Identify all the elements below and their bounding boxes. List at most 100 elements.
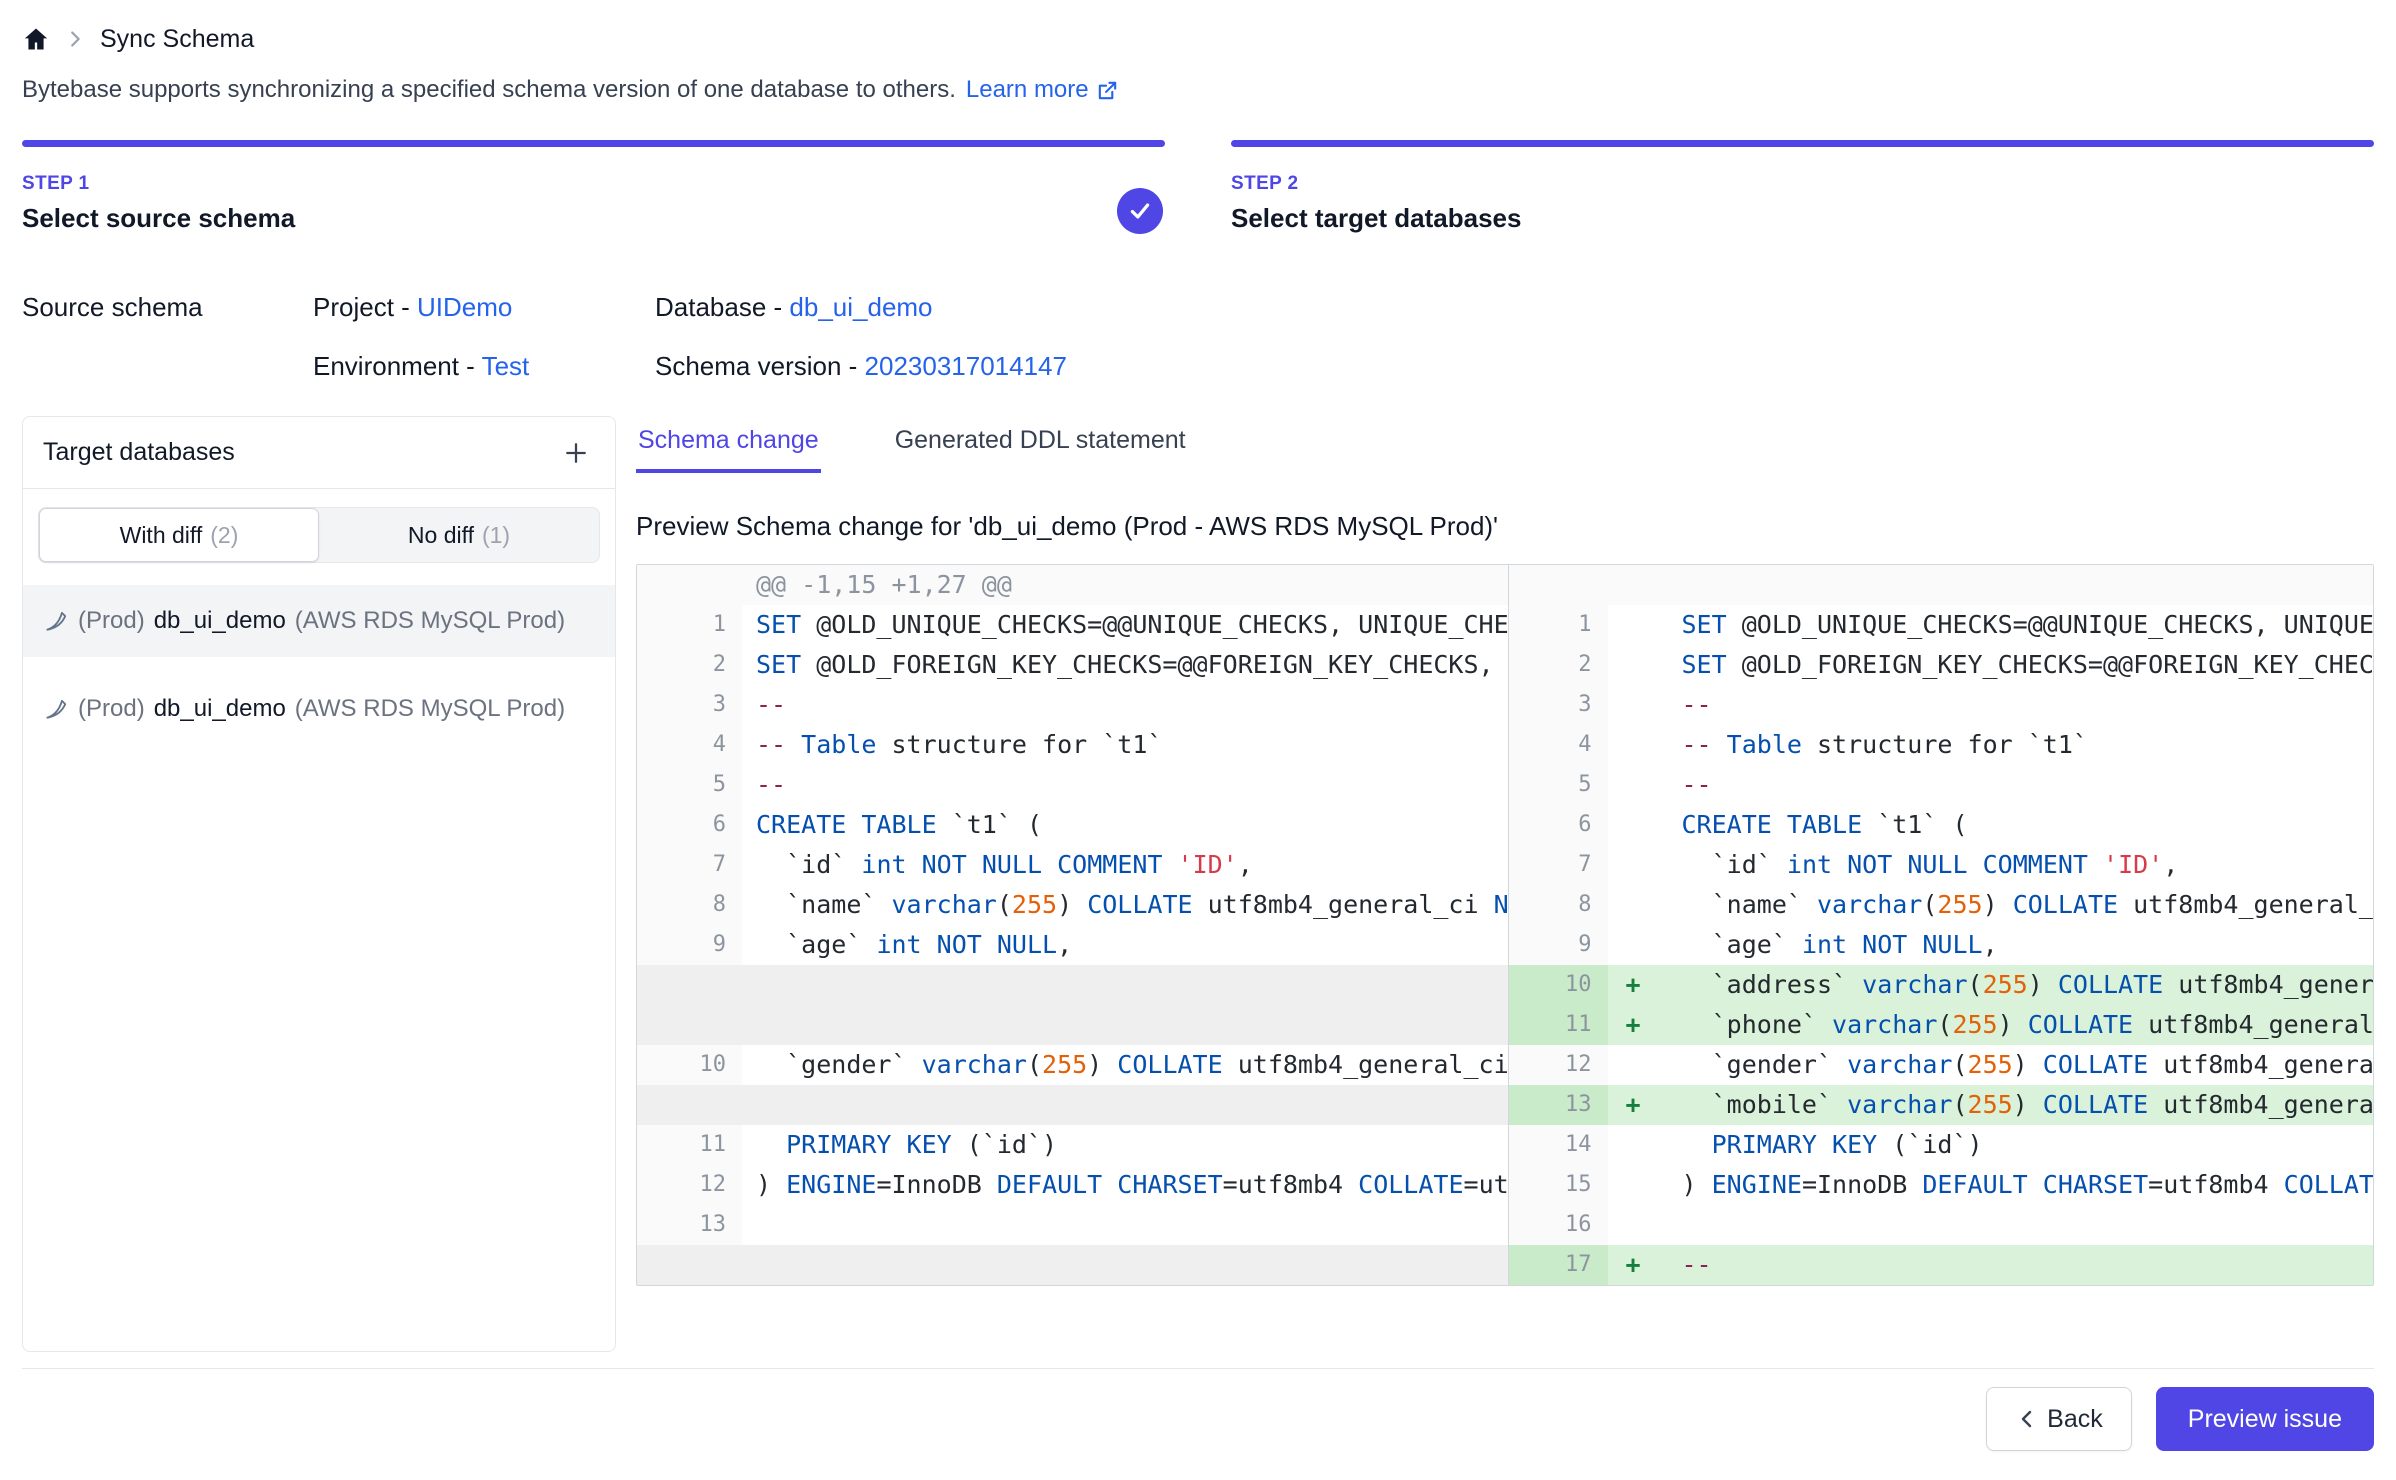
target-item-instance: (AWS RDS MySQL Prod) — [295, 607, 595, 635]
diff-line-number-left — [637, 965, 742, 1005]
diff-line-number-left: 6 — [637, 805, 742, 845]
schema-version-link[interactable]: 20230317014147 — [865, 351, 1067, 381]
external-link-icon — [1096, 79, 1119, 102]
diff-code-line-right: `name` varchar(255) COLLATE utf8mb4_gene… — [1608, 885, 2374, 925]
diff-code-line-right: -- — [1608, 765, 2374, 805]
diff-code-line — [1608, 565, 2374, 605]
tab-schema-change[interactable]: Schema change — [636, 426, 821, 473]
schema-preview-section: Schema change Generated DDL statement Pr… — [636, 416, 2374, 1352]
diff-code-line-left: `age` int NOT NULL, — [742, 925, 1508, 965]
diff-line-number-left — [637, 1005, 742, 1045]
database-link[interactable]: db_ui_demo — [789, 292, 932, 322]
add-target-database-button[interactable] — [557, 434, 595, 472]
tab-with-diff-count: (2) — [210, 522, 238, 549]
target-item-instance: (AWS RDS MySQL Prod) — [295, 695, 595, 723]
target-panel-header: Target databases — [23, 417, 615, 489]
footer-actions: Back Preview issue — [22, 1387, 2374, 1451]
learn-more-link[interactable]: Learn more — [966, 76, 1119, 104]
diff-line-number-right: 16 — [1508, 1205, 1608, 1245]
tab-no-diff-label: No diff — [408, 522, 474, 549]
diff-code-line-right: + `address` varchar(255) COLLATE utf8mb4… — [1608, 965, 2374, 1005]
tab-no-diff-count: (1) — [482, 522, 510, 549]
diff-code-line-right: `gender` varchar(255) COLLATE utf8mb4_ge… — [1608, 1045, 2374, 1085]
diff-code-line-left: `name` varchar(255) COLLATE utf8mb4_gene… — [742, 885, 1508, 925]
diff-gutter — [637, 565, 742, 605]
diff-code-line-left: -- — [742, 685, 1508, 725]
diff-line-number-right: 14 — [1508, 1125, 1608, 1165]
diff-line-number-right: 7 — [1508, 845, 1608, 885]
back-button[interactable]: Back — [1986, 1387, 2132, 1451]
page-description: Bytebase supports synchronizing a specif… — [22, 76, 2374, 104]
footer-divider — [22, 1368, 2374, 1369]
diff-line-number-left: 4 — [637, 725, 742, 765]
diff-code-line-left: CREATE TABLE `t1` ( — [742, 805, 1508, 845]
diff-code-line-right: +-- — [1608, 1245, 2374, 1285]
version-prefix: Schema version - — [655, 351, 865, 381]
diff-add-marker: + — [1626, 1085, 1682, 1125]
diff-code-line-right — [1608, 1205, 2374, 1245]
target-item-name: db_ui_demo — [154, 695, 286, 723]
diff-code-line-left — [742, 1005, 1508, 1045]
project-prefix: Project - — [313, 292, 417, 322]
diff-line-number-right: 17 — [1508, 1245, 1608, 1285]
target-item-environment: (Prod) — [78, 695, 145, 723]
target-databases-panel: Target databases With diff (2) No diff (… — [22, 416, 616, 1352]
step-completed-badge — [1117, 188, 1163, 234]
diff-code-line-left — [742, 1245, 1508, 1285]
diff-line-number-left: 5 — [637, 765, 742, 805]
diff-code-line-right: PRIMARY KEY (`id`) — [1608, 1125, 2374, 1165]
target-item-environment: (Prod) — [78, 607, 145, 635]
diff-code-line-left: `id` int NOT NULL COMMENT 'ID', — [742, 845, 1508, 885]
diff-code-line-left: -- Table structure for `t1` — [742, 725, 1508, 765]
diff-code-line-left: SET @OLD_FOREIGN_KEY_CHECKS=@@FOREIGN_KE… — [742, 645, 1508, 685]
environment-link[interactable]: Test — [482, 351, 530, 381]
diff-code-line-right: + `mobile` varchar(255) COLLATE utf8mb4_… — [1608, 1085, 2374, 1125]
diff-add-marker: + — [1626, 1245, 1682, 1285]
learn-more-label: Learn more — [966, 76, 1089, 104]
source-project: Project - UIDemo — [313, 292, 655, 323]
preview-tabs: Schema change Generated DDL statement — [636, 426, 2374, 473]
diff-code-line-left: SET @OLD_UNIQUE_CHECKS=@@UNIQUE_CHECKS, … — [742, 605, 1508, 645]
diff-code-line-left: PRIMARY KEY (`id`) — [742, 1125, 1508, 1165]
sync-schema-page: Sync Schema Bytebase supports synchroniz… — [0, 0, 2396, 1480]
back-button-label: Back — [2047, 1405, 2103, 1434]
target-database-list: (Prod) db_ui_demo (AWS RDS MySQL Prod) (Pro… — [23, 585, 615, 745]
steps-indicator: STEP 1 Select source schema STEP 2 Selec… — [22, 140, 2374, 234]
tab-with-diff-label: With diff — [120, 522, 203, 549]
tab-no-diff[interactable]: No diff (1) — [319, 508, 599, 562]
tab-generated-ddl[interactable]: Generated DDL statement — [893, 426, 1188, 473]
diff-line-number-left: 10 — [637, 1045, 742, 1085]
diff-line-number-right: 13 — [1508, 1085, 1608, 1125]
source-database: Database - db_ui_demo — [655, 292, 2374, 323]
diff-line-number-left: 3 — [637, 685, 742, 725]
preview-issue-button[interactable]: Preview issue — [2156, 1387, 2374, 1451]
diff-gutter — [1508, 565, 1608, 605]
diff-code-line-right: -- Table structure for `t1` — [1608, 725, 2374, 765]
diff-line-number-right: 6 — [1508, 805, 1608, 845]
tab-with-diff[interactable]: With diff (2) — [39, 508, 319, 562]
diff-code-line-left: -- — [742, 765, 1508, 805]
diff-code-line-right: + `phone` varchar(255) COLLATE utf8mb4_g… — [1608, 1005, 2374, 1045]
diff-code-line-left: `gender` varchar(255) COLLATE utf8mb4_ge… — [742, 1045, 1508, 1085]
mysql-engine-icon — [43, 696, 69, 722]
target-database-item[interactable]: (Prod)db_ui_demo(AWS RDS MySQL Prod) — [23, 585, 615, 657]
step-2-title: Select target databases — [1231, 203, 2374, 234]
target-database-item[interactable]: (Prod) db_ui_demo (AWS RDS MySQL Prod) — [23, 673, 615, 745]
chevron-left-icon — [2015, 1407, 2039, 1431]
diff-line-number-left — [637, 1085, 742, 1125]
home-icon[interactable] — [22, 25, 50, 53]
breadcrumb: Sync Schema — [22, 18, 2374, 60]
database-prefix: Database - — [655, 292, 789, 322]
diff-code-line-left — [742, 965, 1508, 1005]
diff-line-number-right: 3 — [1508, 685, 1608, 725]
source-version: Schema version - 20230317014147 — [655, 351, 2374, 382]
project-link[interactable]: UIDemo — [417, 292, 512, 322]
diff-code-line-right: SET @OLD_FOREIGN_KEY_CHECKS=@@FOREIGN_KE… — [1608, 645, 2374, 685]
diff-line-number-left: 9 — [637, 925, 742, 965]
page-title: Sync Schema — [100, 25, 254, 54]
step-1-label: STEP 1 — [22, 173, 1165, 195]
target-panel-title: Target databases — [43, 438, 235, 467]
chevron-right-icon — [64, 28, 86, 50]
diff-code-line-right: CREATE TABLE `t1` ( — [1608, 805, 2374, 845]
diff-line-number-right: 15 — [1508, 1165, 1608, 1205]
